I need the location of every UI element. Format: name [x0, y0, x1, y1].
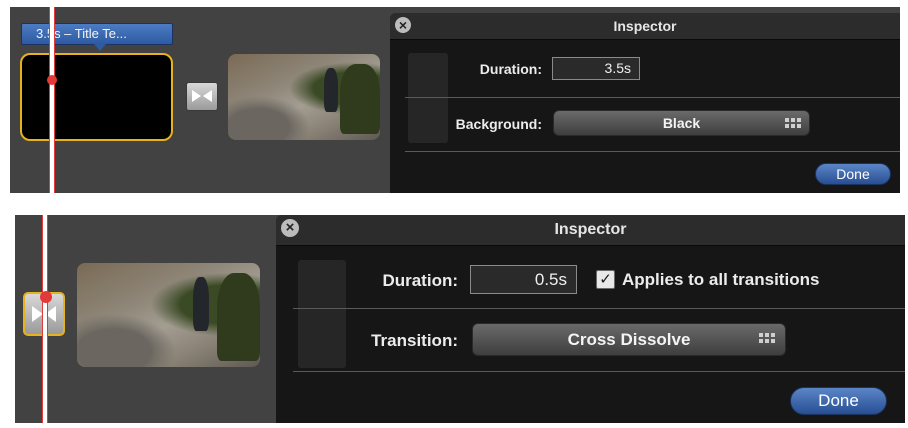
video-clip-thumbnail[interactable] — [77, 263, 260, 367]
grid-icon — [759, 333, 775, 343]
duration-label: Duration: — [479, 61, 542, 77]
applies-checkbox[interactable]: ✓ — [596, 270, 615, 289]
done-button[interactable]: Done — [815, 163, 891, 185]
background-label: Background: — [455, 116, 542, 132]
bowtie-transition-icon — [192, 90, 212, 102]
grid-icon — [785, 118, 801, 128]
person-shape — [324, 68, 338, 112]
video-clip-thumbnail[interactable] — [228, 54, 380, 140]
divider — [405, 97, 900, 98]
inspector-title: Inspector — [276, 215, 905, 246]
clip-tooltip: 3.5s – Title Te... — [21, 23, 173, 51]
transition-label: Transition: — [371, 331, 458, 350]
tree-shape — [217, 273, 260, 361]
duration-label: Duration: — [382, 271, 458, 290]
clip-preview-ghost — [298, 260, 346, 368]
close-icon[interactable]: × — [281, 219, 299, 237]
divider — [293, 371, 905, 372]
divider — [405, 151, 900, 152]
checkmark-icon: ✓ — [599, 271, 612, 288]
close-icon[interactable]: × — [395, 17, 411, 33]
playhead-marker[interactable] — [40, 291, 52, 303]
inspector-window: Inspector × Duration: 0.5s ✓ Applies to … — [276, 215, 905, 423]
person-shape — [193, 277, 209, 331]
playhead[interactable] — [42, 215, 48, 423]
transition-button[interactable] — [186, 82, 218, 111]
timeline-panel-bottom: Inspector × Duration: 0.5s ✓ Applies to … — [15, 215, 905, 423]
divider — [293, 308, 905, 309]
playhead-marker[interactable] — [47, 75, 57, 85]
duration-field[interactable]: 0.5s — [470, 265, 577, 294]
background-popup[interactable]: Black — [553, 110, 810, 136]
done-button[interactable]: Done — [790, 387, 887, 415]
tree-shape — [340, 64, 380, 134]
playhead[interactable] — [49, 7, 55, 193]
transition-popup[interactable]: Cross Dissolve — [472, 323, 786, 356]
title-clip-selected[interactable] — [20, 53, 173, 141]
transition-value: Cross Dissolve — [567, 330, 691, 349]
background-value: Black — [662, 115, 701, 131]
duration-field[interactable]: 3.5s — [552, 57, 640, 80]
inspector-title: Inspector — [390, 13, 900, 40]
timeline-panel-top: 3.5s – Title Te... Inspector × Duration:… — [10, 7, 900, 193]
applies-label[interactable]: Applies to all transitions — [622, 270, 819, 290]
inspector-window: Inspector × Duration: 3.5s Background: B… — [390, 13, 900, 193]
